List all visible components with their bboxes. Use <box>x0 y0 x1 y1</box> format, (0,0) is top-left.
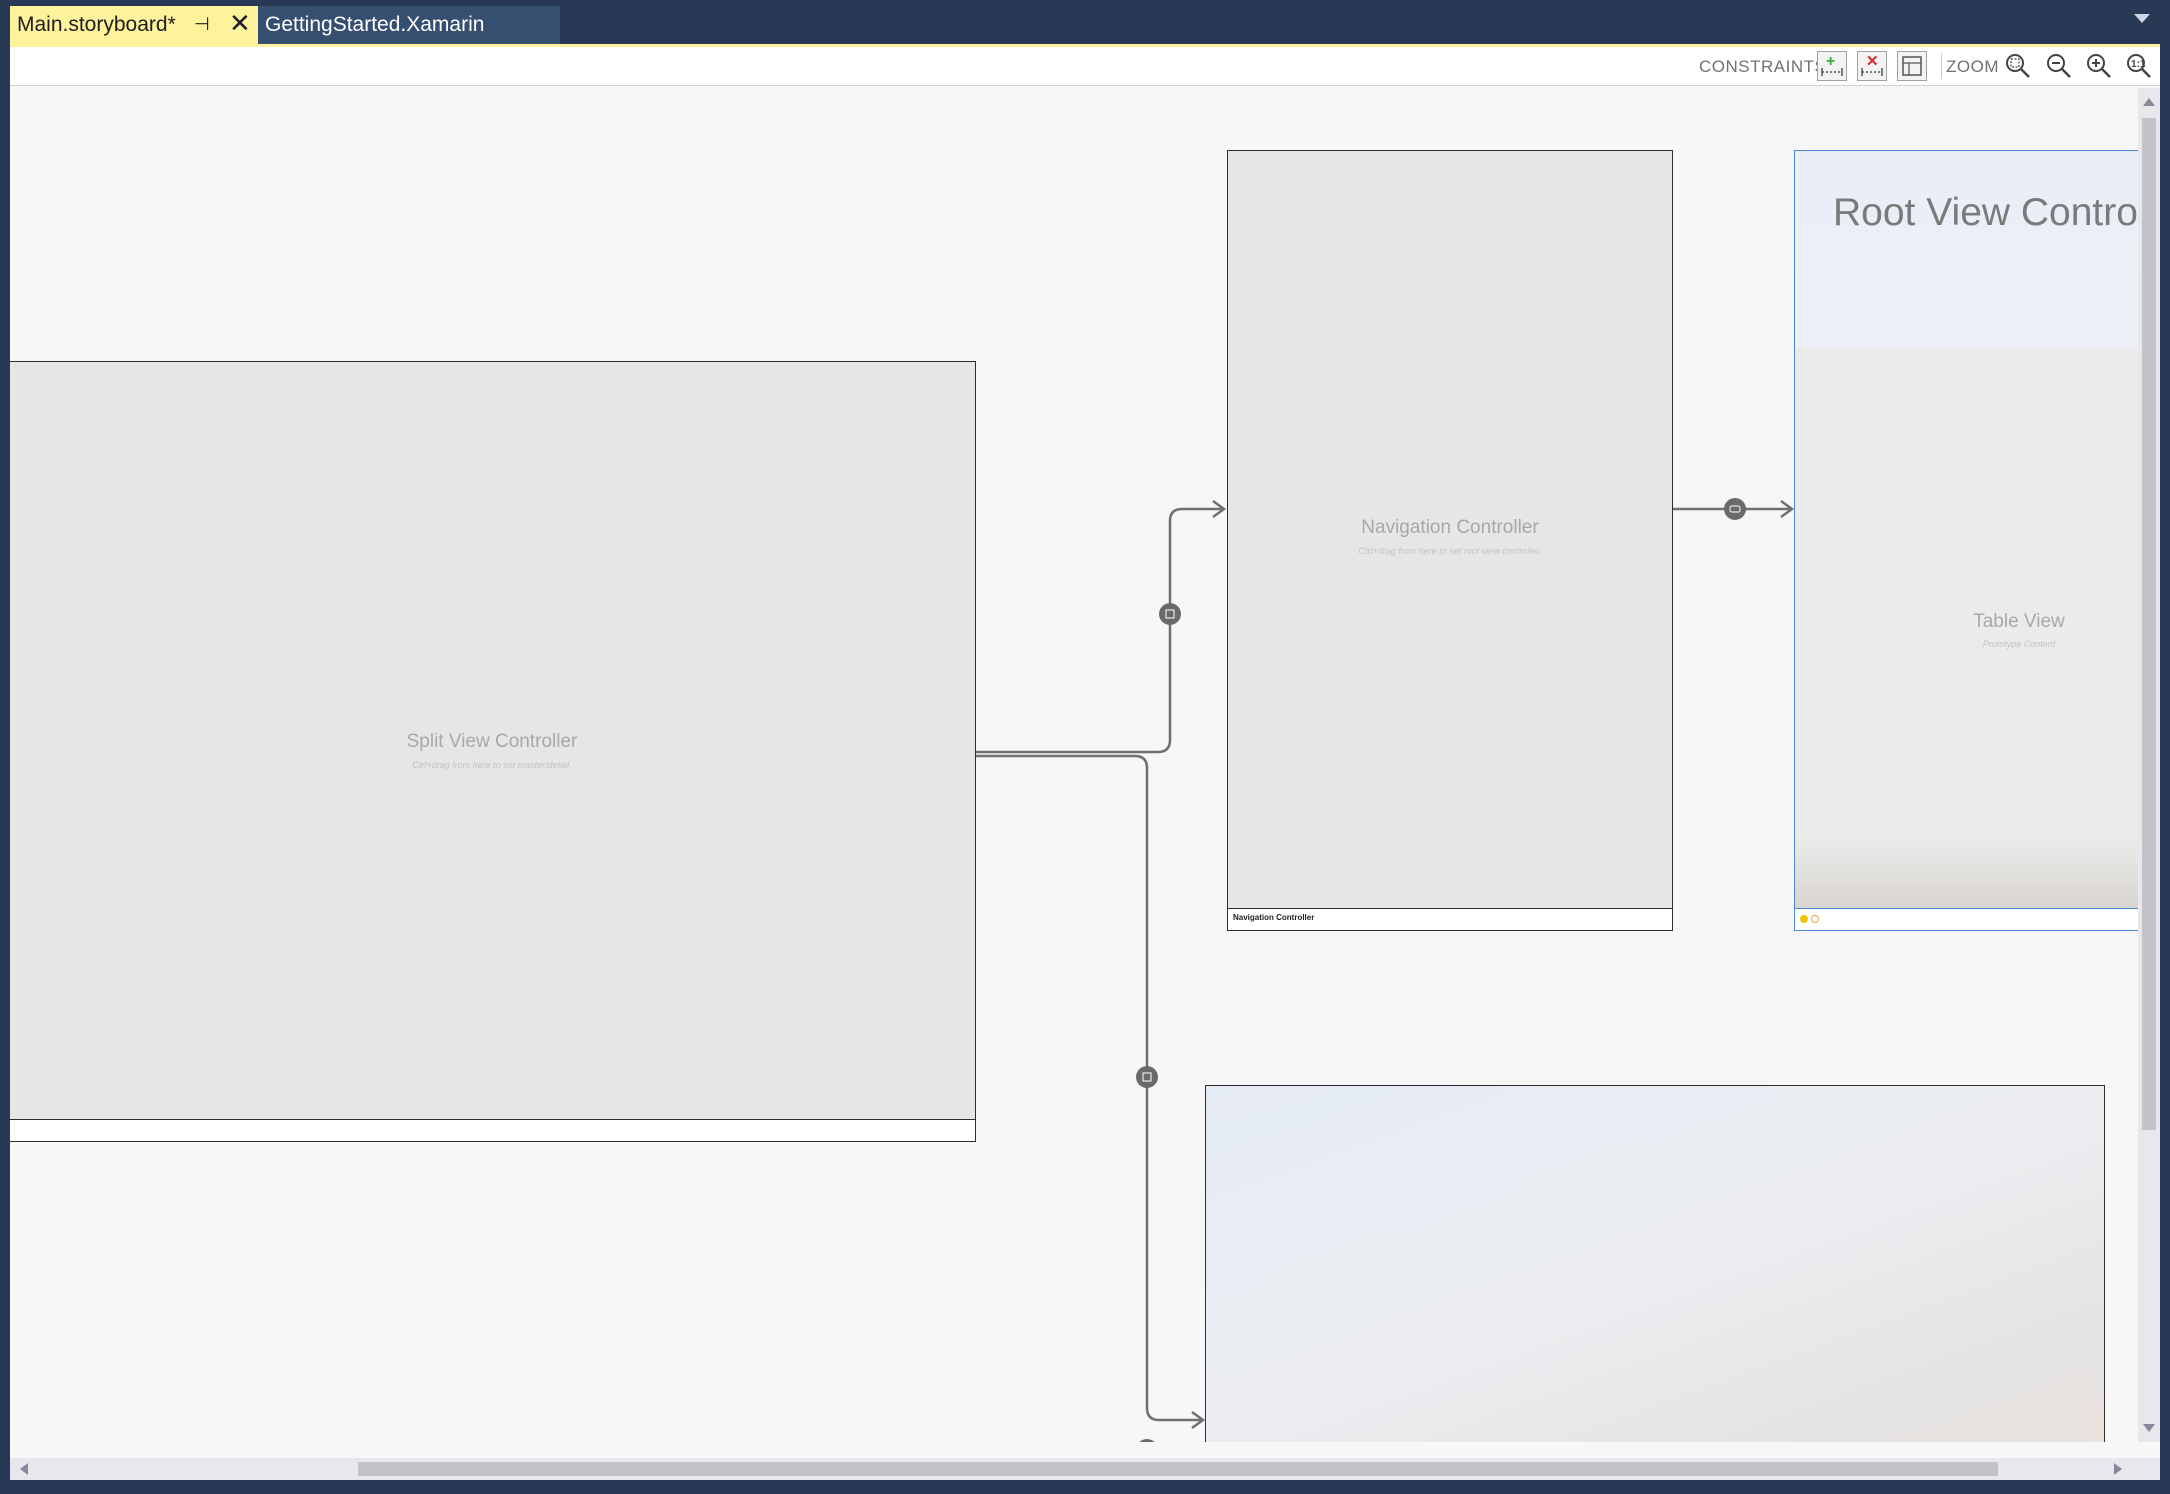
pin-icon[interactable]: ⊣ <box>194 14 210 35</box>
designer-toolbar: CONSTRAINTS + ✕ ZOOM 1:1 <box>10 47 2160 86</box>
vertical-scrollbar[interactable] <box>2138 88 2160 1442</box>
tab-gettingstarted-xamarin[interactable]: GettingStarted.Xamarin <box>258 6 560 44</box>
frame-icon <box>1902 56 1922 76</box>
scroll-down-arrow-icon[interactable] <box>2143 1424 2155 1432</box>
svg-text:1:1: 1:1 <box>2131 59 2146 70</box>
scroll-up-arrow-icon[interactable] <box>2143 98 2155 106</box>
add-constraint-icon: + <box>1821 53 1843 76</box>
zoom-reset-icon[interactable]: 1:1 <box>2125 52 2153 80</box>
horizontal-scroll-thumb[interactable] <box>358 1462 1998 1476</box>
tab-main-storyboard[interactable]: Main.storyboard* ⊣ ✕ <box>10 6 258 44</box>
scroll-left-arrow-icon[interactable] <box>20 1463 28 1475</box>
segue-relationship-icon[interactable] <box>1136 1066 1158 1088</box>
segue-connections <box>976 498 1795 1442</box>
svg-text:✕: ✕ <box>1866 53 1879 70</box>
zoom-out-icon[interactable] <box>2045 52 2073 80</box>
horizontal-scrollbar[interactable] <box>10 1458 2160 1480</box>
storyboard-canvas[interactable]: Split View Controller Ctrl+drag from her… <box>10 88 2138 1442</box>
close-icon[interactable]: ✕ <box>229 8 251 38</box>
segue-relationship-icon[interactable] <box>1724 498 1746 520</box>
storyboard-designer: CONSTRAINTS + ✕ ZOOM 1:1 Split View Cont… <box>10 44 2160 1480</box>
remove-constraints-button[interactable]: ✕ <box>1857 51 1887 81</box>
remove-constraint-icon: ✕ <box>1861 53 1883 76</box>
document-tab-strip: Main.storyboard* ⊣ ✕ GettingStarted.Xama… <box>0 0 2170 44</box>
scroll-right-arrow-icon[interactable] <box>2114 1463 2122 1475</box>
zoom-to-fit-icon[interactable] <box>2004 52 2032 80</box>
zoom-in-icon[interactable] <box>2085 52 2113 80</box>
constraints-label: CONSTRAINTS <box>1699 57 1827 76</box>
svg-text:+: + <box>1826 53 1835 70</box>
add-constraints-button[interactable]: + <box>1817 51 1847 81</box>
segue-split-to-navigation[interactable] <box>976 507 1224 754</box>
zoom-label: ZOOM <box>1946 57 1999 76</box>
chevron-down-icon[interactable] <box>2134 14 2150 23</box>
vertical-scroll-thumb[interactable] <box>2142 118 2156 1130</box>
tab-label: GettingStarted.Xamarin <box>265 13 485 36</box>
segue-relationship-icon[interactable] <box>1159 603 1181 625</box>
frame-toggle-button[interactable] <box>1897 51 1927 81</box>
segue-relationship-icon[interactable] <box>1136 1439 1158 1442</box>
segue-split-to-detail[interactable] <box>976 754 1203 1422</box>
toolbar-divider <box>1941 53 1942 79</box>
tab-label: Main.storyboard* <box>17 13 176 36</box>
